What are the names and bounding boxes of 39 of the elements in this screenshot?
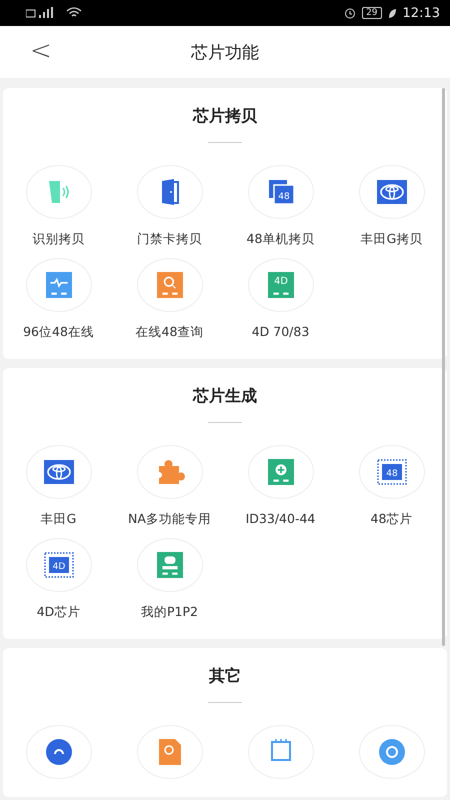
emblem-icon — [44, 460, 74, 484]
person-card-icon — [156, 552, 184, 578]
function-label: 4D芯片 — [36, 604, 80, 621]
function-button[interactable]: 48 — [358, 445, 424, 499]
function-label: 门禁卡拷贝 — [137, 231, 202, 248]
chip-icon: 4D — [44, 552, 74, 578]
battery-level: 29 — [362, 7, 382, 19]
function-button[interactable]: 4D — [248, 258, 314, 312]
function-label: 4D 70/83 — [252, 324, 310, 339]
round-icon — [378, 738, 406, 766]
function-label: 48芯片 — [370, 511, 412, 528]
chip-icon: 48 — [376, 459, 406, 485]
function-label: 我的P1P2 — [141, 604, 198, 621]
emblem-icon — [376, 180, 406, 204]
section-title: 其它 — [209, 666, 241, 687]
wave-card-icon — [44, 272, 72, 298]
function-label: 丰田G拷贝 — [360, 231, 422, 248]
text-card-icon: 4D — [266, 272, 294, 298]
back-button[interactable]: < — [24, 36, 58, 66]
search-card-icon — [156, 272, 184, 298]
function-label: ID33/40-44 — [246, 511, 316, 526]
leaf-icon — [388, 8, 397, 18]
clock-time: 12:13 — [402, 6, 440, 20]
function-label: 识别拷贝 — [32, 231, 84, 248]
function-label: 在线48查询 — [136, 324, 204, 341]
section-title: 芯片生成 — [193, 386, 257, 407]
function-label: 丰田G — [40, 511, 76, 528]
round-icon — [44, 738, 72, 766]
document-icon — [156, 738, 182, 766]
function-button[interactable]: 4D — [26, 538, 92, 592]
function-button[interactable]: 48 — [248, 165, 314, 219]
function-label: NA多功能专用 — [128, 511, 211, 528]
wifi-icon — [66, 7, 82, 19]
plus-card-icon — [266, 459, 294, 485]
page-title: 芯片功能 — [191, 42, 259, 64]
section-title: 芯片拷贝 — [193, 106, 257, 127]
function-label: 96位48在线 — [23, 324, 94, 341]
alarm-icon — [344, 7, 356, 19]
function-label: 48单机拷贝 — [246, 231, 314, 248]
